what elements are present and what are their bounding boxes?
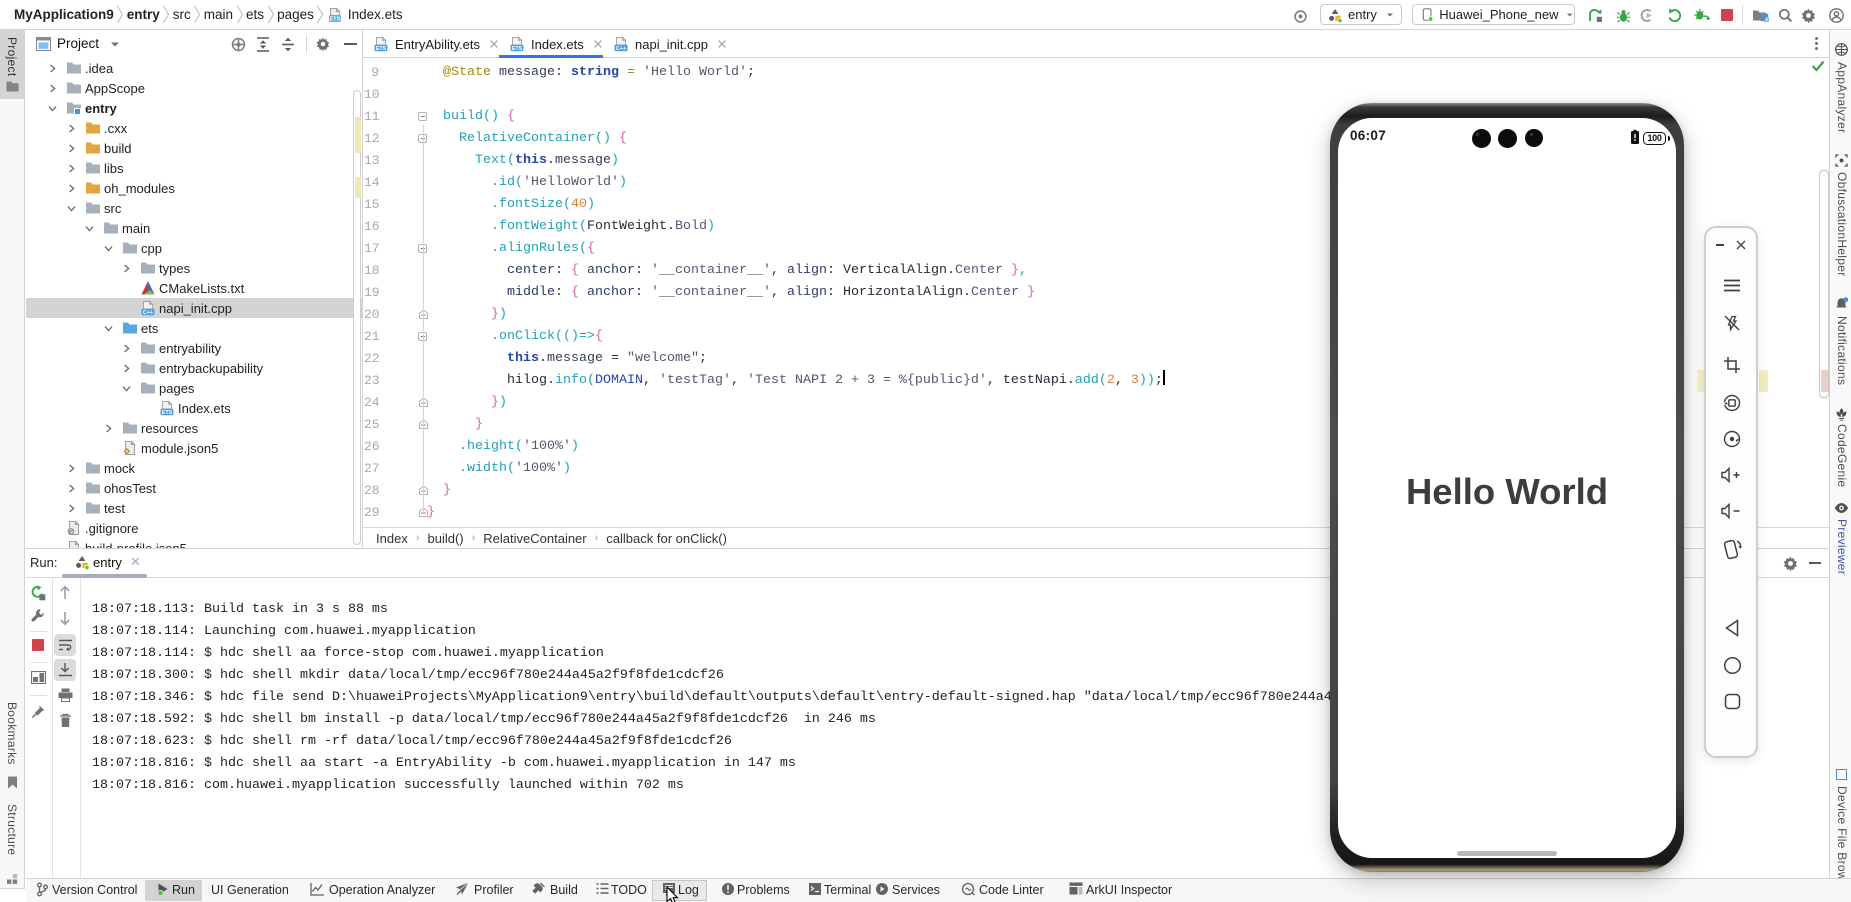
svg-text:C++: C++	[616, 46, 626, 52]
svg-text:ETS: ETS	[512, 46, 523, 52]
svg-text:ETS: ETS	[162, 410, 173, 416]
svg-text:ETS: ETS	[376, 46, 387, 52]
svg-text:C++: C++	[143, 310, 153, 316]
svg-text:ETS: ETS	[329, 16, 340, 22]
